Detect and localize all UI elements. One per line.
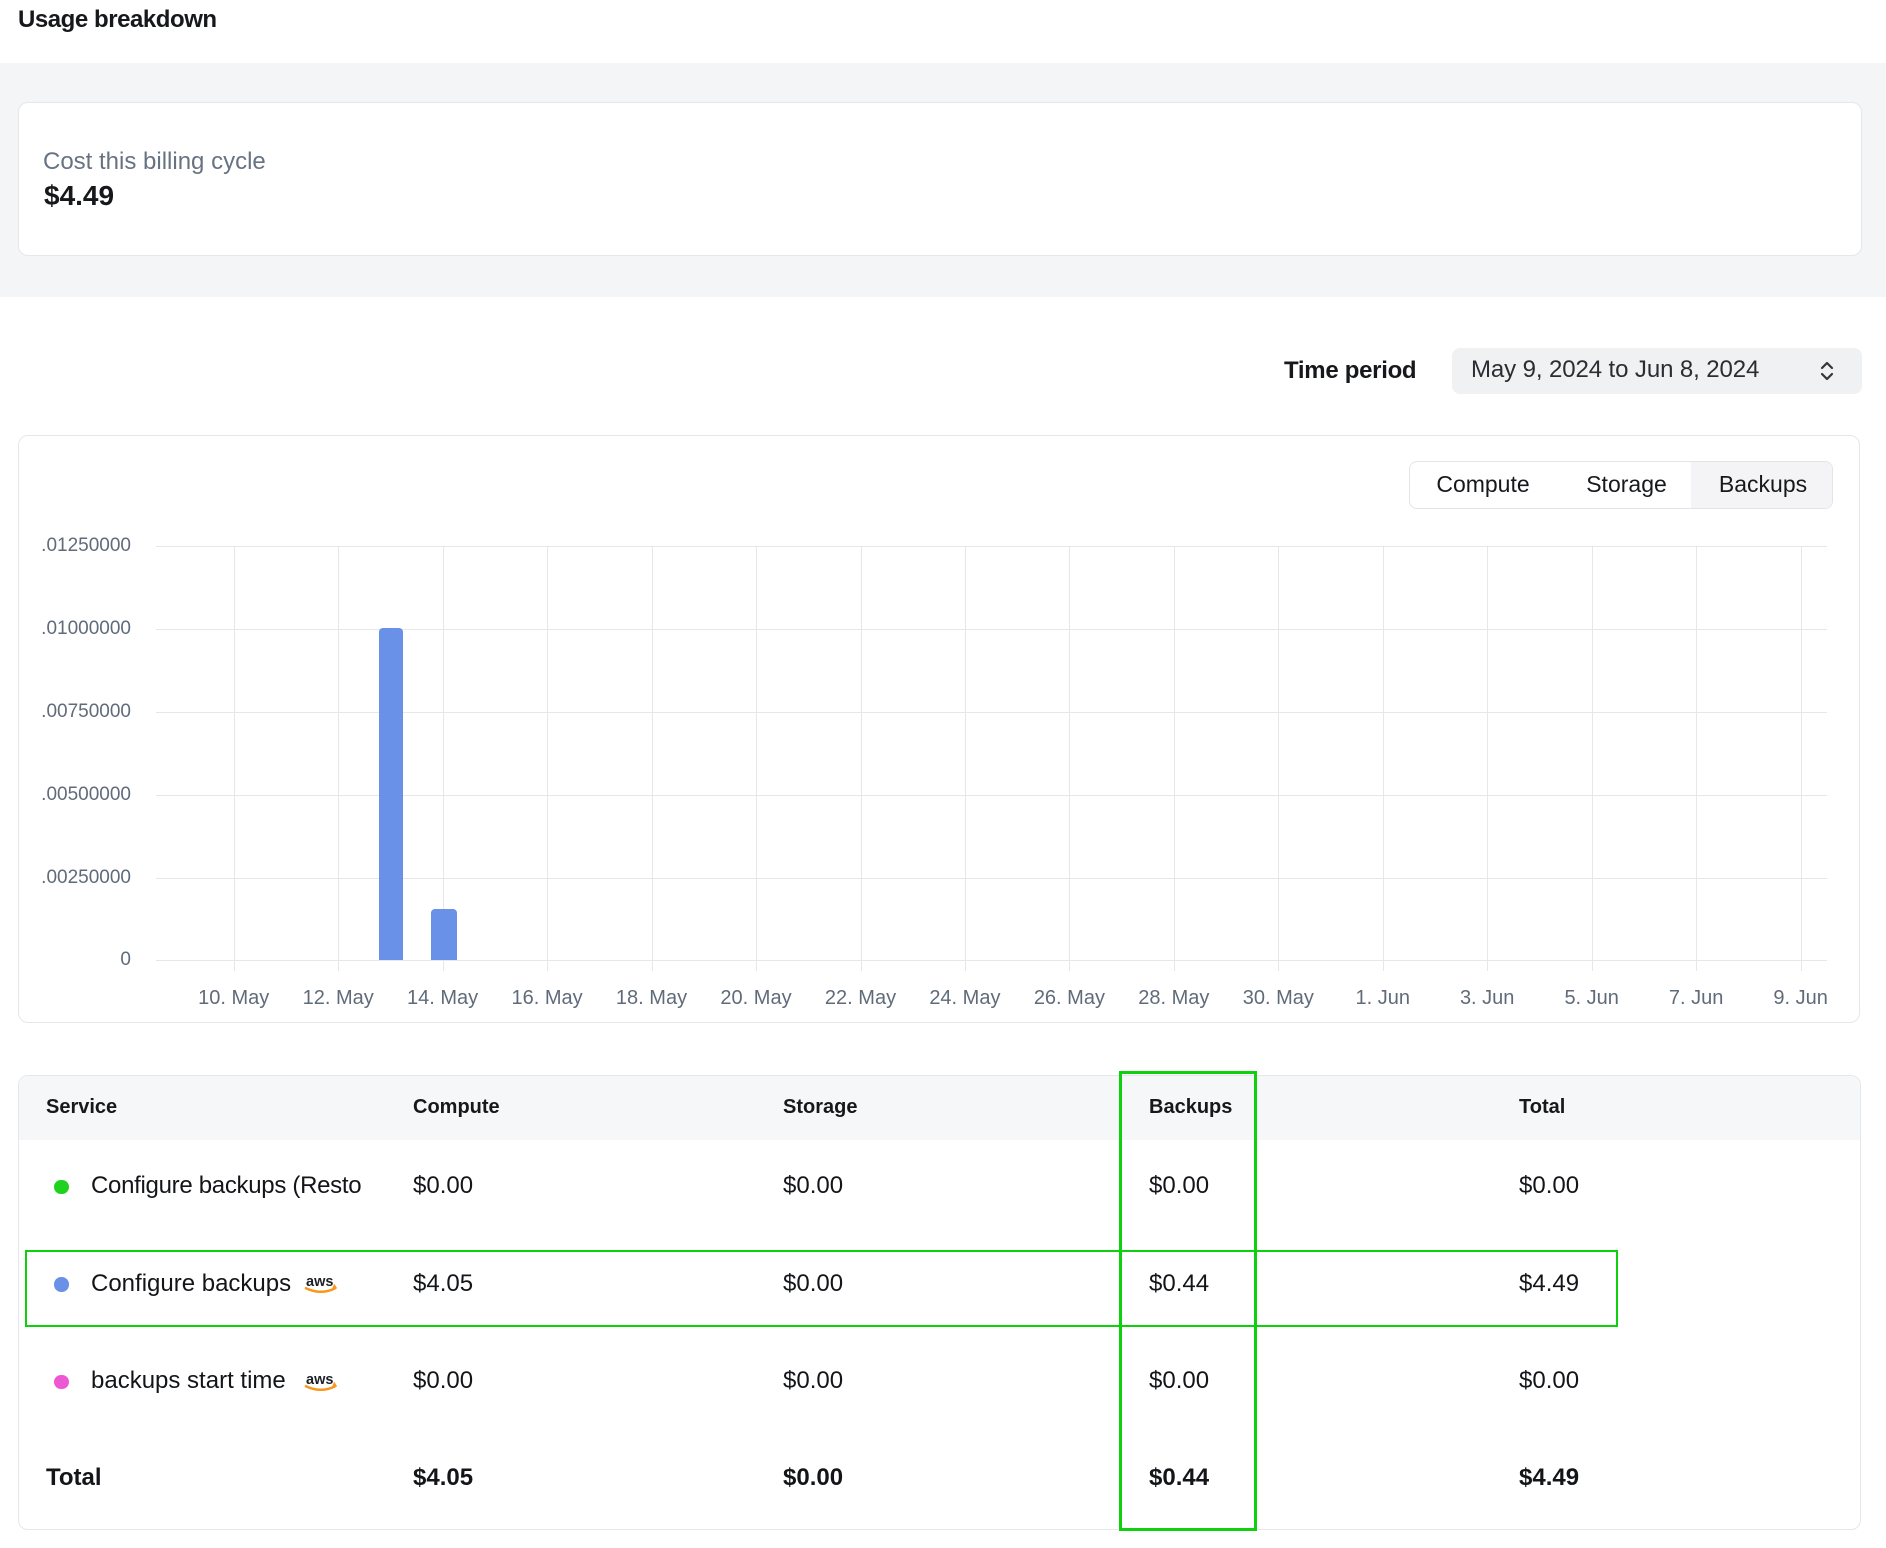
svg-text:aws: aws [306, 1372, 333, 1388]
